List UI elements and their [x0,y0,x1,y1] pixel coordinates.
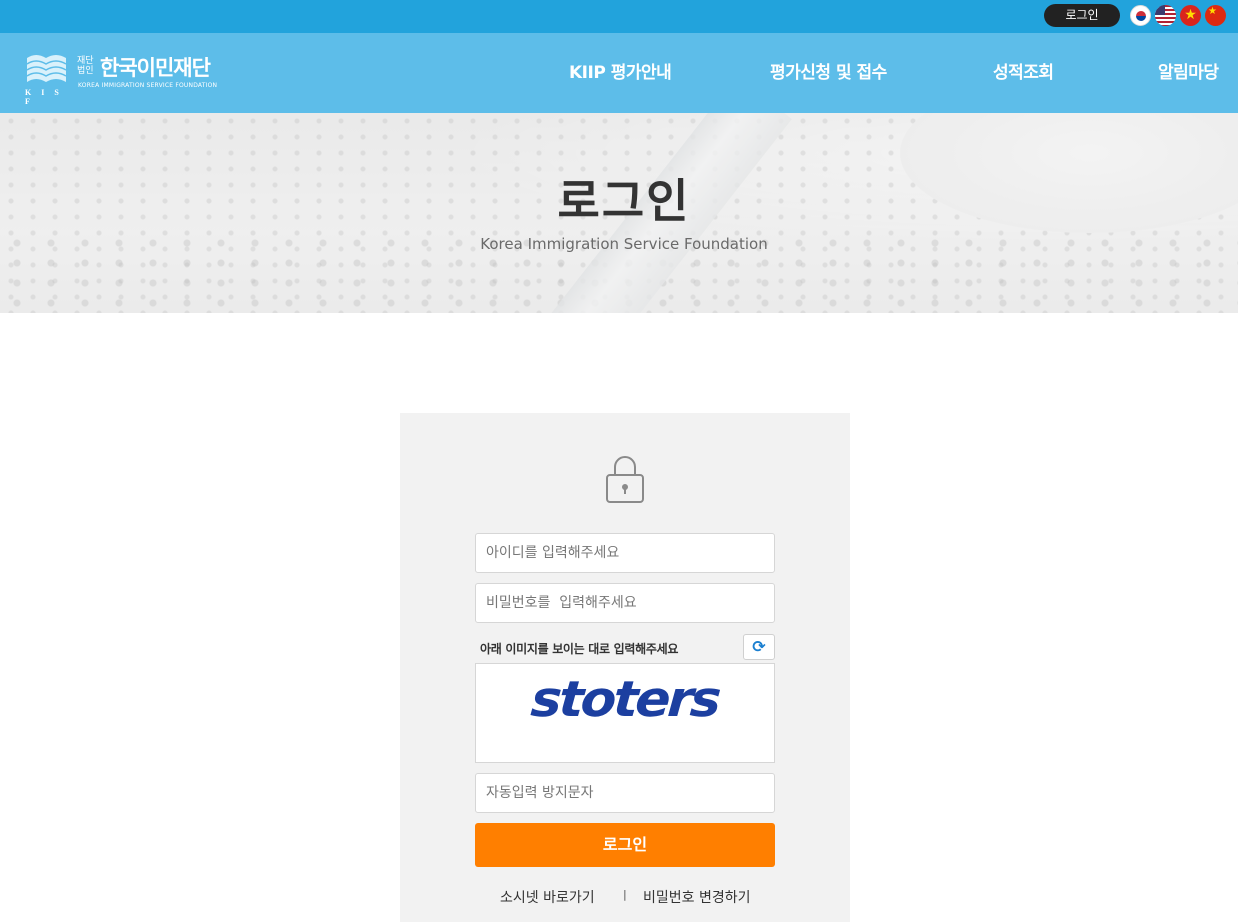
us-flag-icon[interactable] [1155,5,1176,26]
nav-item-kiip-guide[interactable]: KIIP 평가안내 [569,33,672,113]
user-id-input[interactable] [475,533,775,573]
kisf-logo-icon [26,55,67,82]
login-panel: 아래 이미지를 보이는 대로 입력해주세요 ⟳ stoters 로그인 소시넷 … [400,413,850,922]
logo-subtitle: KOREA IMMIGRATION SERVICE FOUNDATION [78,82,218,89]
main-navbar: K I S F 재단 법인 한국이민재단 KOREA IMMIGRATION S… [0,33,1238,113]
logo-small-text: 재단 법인 [77,56,94,76]
logo-title: 한국이민재단 [100,56,211,80]
korean-flag-icon[interactable] [1130,5,1151,26]
site-logo[interactable]: K I S F 재단 법인 한국이민재단 KOREA IMMIGRATION S… [25,52,225,106]
password-input[interactable] [475,583,775,623]
page-title: 로그인 [557,174,691,228]
login-submit-button[interactable]: 로그인 [475,823,775,867]
lock-icon [606,456,644,503]
refresh-icon: ⟳ [752,637,766,656]
logo-kisf-text: K I S F [25,88,63,106]
nav-item-score-lookup[interactable]: 성적조회 [993,33,1054,113]
top-utility-bar: 로그인 ★ ★ [0,0,1238,33]
social-net-link[interactable]: 소시넷 바로가기 [500,887,595,907]
captcha-image: stoters [475,663,775,763]
captcha-instruction: 아래 이미지를 보이는 대로 입력해주세요 [480,642,679,656]
captcha-input[interactable] [475,773,775,813]
page-subtitle: Korea Immigration Service Foundation [480,235,768,253]
login-links: 소시넷 바로가기 | 비밀번호 변경하기 [400,887,850,907]
china-flag-icon[interactable]: ★ [1205,5,1226,26]
nav-item-application[interactable]: 평가신청 및 접수 [770,33,887,113]
link-separator: | [623,888,627,901]
top-login-button[interactable]: 로그인 [1044,4,1120,27]
captcha-refresh-button[interactable]: ⟳ [743,634,775,660]
hero-banner: 로그인 Korea Immigration Service Foundation [0,113,1238,313]
nav-item-notices[interactable]: 알림마당 [1158,33,1219,113]
change-password-link[interactable]: 비밀번호 변경하기 [643,887,751,907]
captcha-text: stoters [529,671,721,729]
vietnam-flag-icon[interactable]: ★ [1180,5,1201,26]
